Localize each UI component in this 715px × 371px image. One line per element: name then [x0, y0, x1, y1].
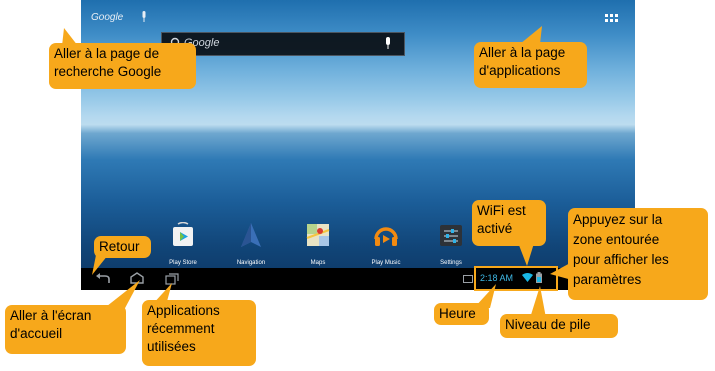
- callout-text: utilisées: [147, 339, 196, 354]
- callout-text: Niveau de pile: [505, 317, 591, 332]
- maps-icon: [306, 224, 330, 246]
- settings-icon: [440, 225, 462, 246]
- all-apps-icon[interactable]: [605, 14, 619, 26]
- play-music-icon: [374, 227, 398, 246]
- app-maps[interactable]: Maps: [288, 222, 348, 266]
- callout-pointer: [92, 255, 108, 275]
- callout-battery: Niveau de pile: [500, 314, 618, 338]
- callout-wifi: WiFi est activé: [472, 200, 546, 246]
- callout-text: pour afficher les: [573, 252, 669, 267]
- app-label: Play Music: [371, 260, 401, 266]
- callout-text: Aller à l'écran: [10, 308, 92, 323]
- screenshot-icon: [463, 275, 473, 283]
- app-label: Settings: [440, 260, 462, 266]
- callout-text: WiFi est: [477, 203, 526, 218]
- app-play-store[interactable]: Play Store: [153, 221, 213, 266]
- callout-text: Aller à la page de: [54, 46, 160, 61]
- navigation-icon: [241, 223, 261, 247]
- callout-text: d'applications: [479, 63, 561, 78]
- callout-settings-area: Appuyez sur la zone entourée pour affich…: [568, 208, 708, 300]
- callout-recent-apps: Applications récemment utilisées: [142, 300, 256, 366]
- app-play-music[interactable]: Play Music: [356, 222, 416, 266]
- google-search-link[interactable]: Google: [91, 12, 123, 23]
- top-bar: Google: [81, 0, 635, 32]
- voice-search-icon[interactable]: [141, 11, 147, 23]
- microphone-icon[interactable]: [384, 37, 392, 51]
- callout-text: paramètres: [573, 272, 642, 287]
- callout-text: Appuyez sur la: [573, 212, 663, 227]
- callout-home: Aller à l'écran d'accueil: [5, 305, 126, 354]
- callout-text: Retour: [99, 239, 140, 254]
- callout-text: Applications: [147, 303, 220, 318]
- callout-text: Heure: [439, 306, 476, 321]
- callout-text: activé: [477, 221, 513, 236]
- app-navigation[interactable]: Navigation: [221, 222, 281, 266]
- callout-back: Retour: [94, 236, 151, 258]
- app-label: Maps: [310, 260, 326, 266]
- app-label: Navigation: [236, 260, 266, 266]
- google-search-widget[interactable]: Google: [161, 32, 405, 56]
- callout-apps-page: Aller à la page d'applications: [474, 42, 587, 88]
- callout-google-search: Aller à la page de recherche Google: [49, 43, 196, 89]
- callout-text: récemment: [147, 321, 215, 336]
- callout-text: d'accueil: [10, 326, 63, 341]
- app-label: Play Store: [169, 260, 197, 266]
- callout-text: zone entourée: [573, 232, 660, 247]
- play-store-icon: [173, 221, 193, 246]
- callout-time: Heure: [434, 303, 489, 325]
- callout-text: recherche Google: [54, 64, 162, 79]
- callout-text: Aller à la page: [479, 45, 566, 60]
